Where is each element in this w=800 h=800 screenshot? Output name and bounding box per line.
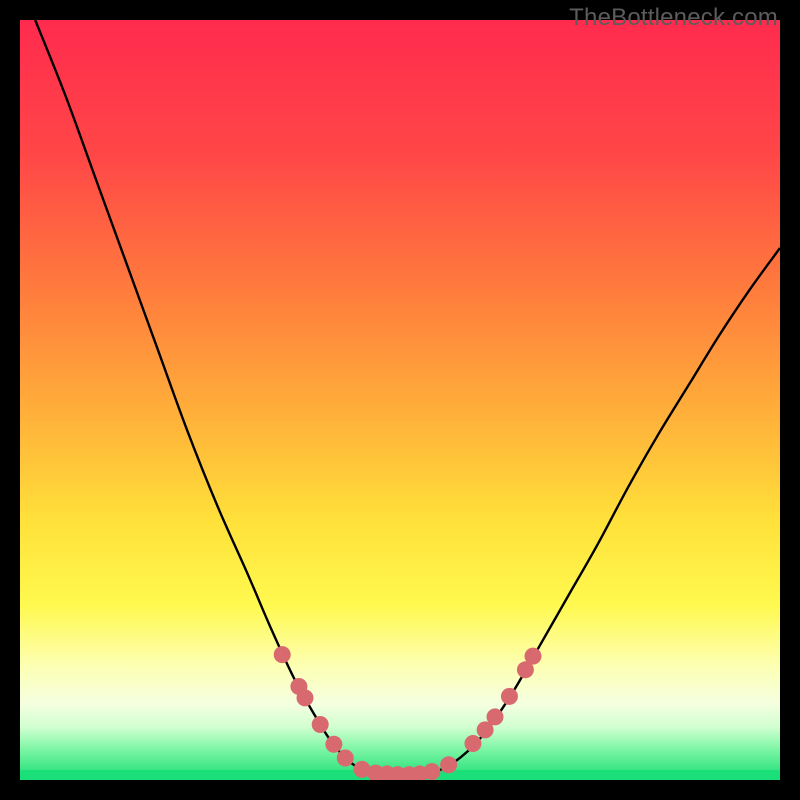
curve-marker xyxy=(312,716,329,733)
curve-marker xyxy=(464,735,481,752)
curve-marker xyxy=(274,646,291,663)
plot-area xyxy=(20,20,780,780)
curve-marker xyxy=(487,708,504,725)
chart-svg xyxy=(20,20,780,780)
chart-frame: TheBottleneck.com xyxy=(0,0,800,800)
curve-marker xyxy=(501,688,518,705)
curve-marker xyxy=(525,648,542,665)
curve-marker xyxy=(337,749,354,766)
curve-marker xyxy=(325,736,342,753)
curve-marker xyxy=(423,763,440,780)
curve-marker xyxy=(297,689,314,706)
curve-marker xyxy=(440,756,457,773)
watermark-text: TheBottleneck.com xyxy=(569,4,778,32)
gradient-background xyxy=(20,20,780,780)
